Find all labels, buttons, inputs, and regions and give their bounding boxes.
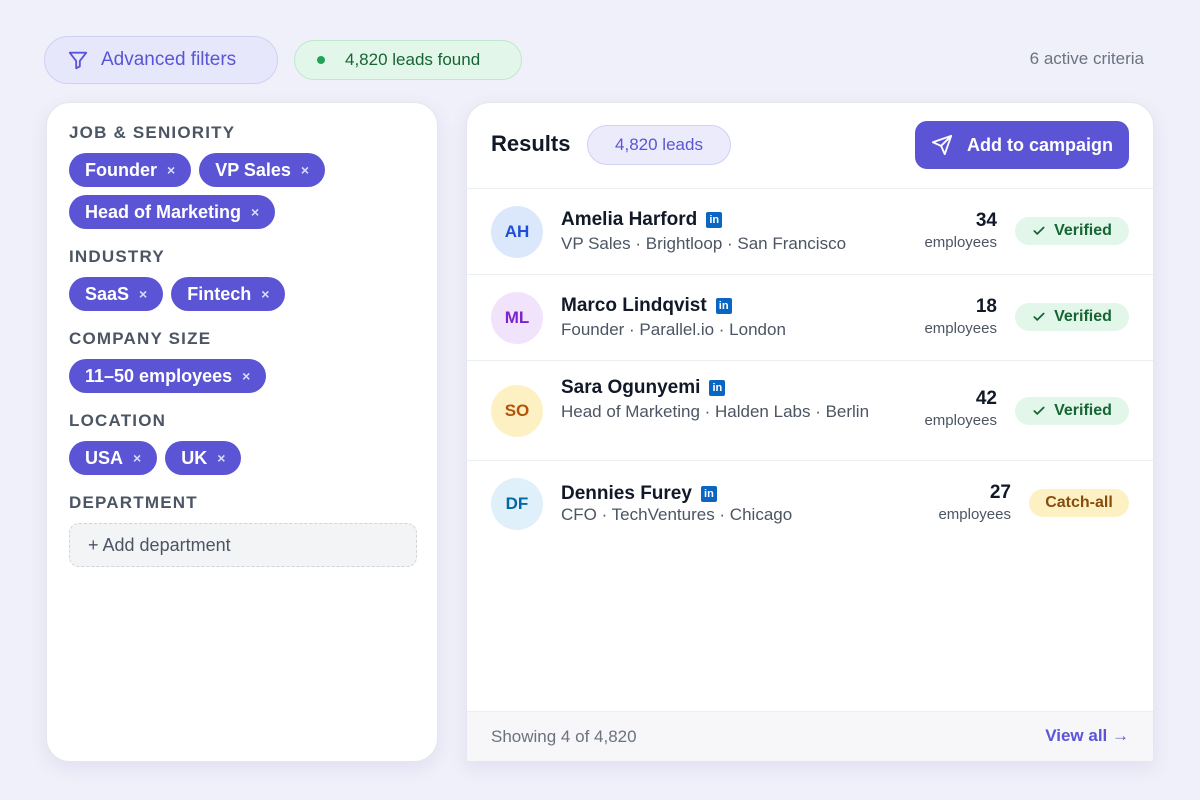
avatar: SO <box>491 385 543 437</box>
lead-name: Sara Ogunyemi in <box>561 377 726 399</box>
filter-chip[interactable]: UK × <box>165 441 242 475</box>
remove-chip-icon[interactable]: × <box>133 450 141 466</box>
add-department-button[interactable]: + Add department <box>69 523 417 567</box>
filter-chip-label: VP Sales <box>215 159 291 180</box>
employee-count: 42 <box>975 388 997 409</box>
lead-name-text[interactable]: Marco Lindqvist <box>561 295 707 317</box>
employee-count: 34 <box>975 210 997 231</box>
leads-found-label: 4,820 leads found <box>345 50 481 69</box>
filter-chip[interactable]: Founder × <box>69 153 192 187</box>
employee-label: employees <box>924 234 997 251</box>
filter-chips-industry: SaaS × Fintech × <box>69 277 349 311</box>
remove-chip-icon[interactable]: × <box>251 204 259 220</box>
remove-chip-icon[interactable]: × <box>261 286 269 302</box>
top-bar: Advanced filters 4,820 leads found 6 act… <box>44 36 1156 84</box>
filter-section-title: LOCATION <box>69 411 167 430</box>
filter-chips-company-size: 11–50 employees × <box>69 359 429 393</box>
filter-chip[interactable]: Fintech × <box>171 277 286 311</box>
status-badge: Catch-all <box>1029 489 1129 517</box>
check-icon <box>1032 404 1046 418</box>
send-icon <box>931 134 953 156</box>
linkedin-icon[interactable]: in <box>706 212 723 228</box>
filter-chips-location: USA × UK × <box>69 441 349 475</box>
leads-found-badge: 4,820 leads found <box>294 40 522 80</box>
filter-chip-label: UK <box>181 447 208 468</box>
lead-name: Marco Lindqvist in <box>561 295 732 317</box>
lead-meta: CFO · TechVentures · Chicago <box>561 505 793 524</box>
linkedin-icon[interactable]: in <box>700 486 717 502</box>
remove-chip-icon[interactable]: × <box>217 450 225 466</box>
add-to-campaign-label: Add to campaign <box>966 134 1113 155</box>
lead-meta: VP Sales · Brightloop · San Francisco <box>561 234 847 253</box>
filter-chip-label: SaaS <box>85 283 130 304</box>
results-title: Results <box>491 131 571 156</box>
status-badge: Verified <box>1015 217 1129 245</box>
filter-chip[interactable]: Head of Marketing × <box>69 195 276 229</box>
status-label: Verified <box>1054 222 1112 239</box>
lead-meta: Founder · Parallel.io · London <box>561 320 786 339</box>
employee-count: 18 <box>975 296 997 317</box>
advanced-filters-button[interactable]: Advanced filters <box>44 36 278 84</box>
add-to-campaign-button[interactable]: Add to campaign <box>915 121 1129 169</box>
remove-chip-icon[interactable]: × <box>139 286 147 302</box>
lead-row[interactable]: ML Marco Lindqvist in Founder · Parallel… <box>467 275 1153 361</box>
filter-section-title: JOB & SENIORITY <box>69 123 236 142</box>
lead-name-text[interactable]: Amelia Harford <box>561 209 697 231</box>
lead-name-text[interactable]: Sara Ogunyemi <box>561 377 700 399</box>
filter-section-title: COMPANY SIZE <box>69 329 212 348</box>
linkedin-icon[interactable]: in <box>709 380 726 396</box>
filter-chip-label: Head of Marketing <box>85 201 242 222</box>
advanced-filters-label: Advanced filters <box>101 49 237 70</box>
remove-chip-icon[interactable]: × <box>242 368 250 384</box>
active-criteria-count: 6 active criteria <box>1029 49 1144 68</box>
remove-chip-icon[interactable]: × <box>167 162 175 178</box>
filter-section-title: INDUSTRY <box>69 247 165 266</box>
results-header: Results 4,820 leads Add to campaign <box>467 103 1153 189</box>
avatar: ML <box>491 292 543 344</box>
remove-chip-icon[interactable]: × <box>301 162 309 178</box>
filter-chip[interactable]: 11–50 employees × <box>69 359 267 393</box>
filter-section-title: DEPARTMENT <box>69 493 198 512</box>
filter-chip-label: USA <box>85 447 124 468</box>
employee-label: employees <box>924 412 997 429</box>
filters-panel: JOB & SENIORITY Founder × VP Sales × Head … <box>46 102 438 762</box>
results-count-badge: 4,820 leads <box>587 125 731 165</box>
lead-name: Dennies Furey in <box>561 483 717 505</box>
lead-row[interactable]: SO Sara Ogunyemi in Head of Marketing · … <box>467 361 1153 461</box>
lead-name-text[interactable]: Dennies Furey <box>561 483 692 505</box>
lead-row[interactable]: AH Amelia Harford in VP Sales · Brightlo… <box>467 189 1153 275</box>
status-dot <box>317 56 325 64</box>
avatar: AH <box>491 206 543 258</box>
check-icon <box>1032 224 1046 238</box>
filter-chip-label: Fintech <box>187 283 252 304</box>
employee-label: employees <box>924 320 997 337</box>
view-all-link[interactable]: View all → <box>1045 726 1129 746</box>
lead-name: Amelia Harford in <box>561 209 723 231</box>
lead-row[interactable]: DF Dennies Furey in CFO · TechVentures ·… <box>467 461 1153 547</box>
employee-count: 27 <box>989 482 1011 503</box>
status-badge: Verified <box>1015 303 1129 331</box>
status-label: Verified <box>1054 402 1112 419</box>
status-label: Verified <box>1054 308 1112 325</box>
showing-count: Showing 4 of 4,820 <box>491 727 637 746</box>
results-panel: Results 4,820 leads Add to campaign AH A… <box>466 102 1154 762</box>
filter-chip-label: 11–50 employees <box>85 365 233 386</box>
lead-meta: Head of Marketing · Halden Labs · Berlin <box>561 402 870 421</box>
filter-chip[interactable]: USA × <box>69 441 158 475</box>
avatar: DF <box>491 478 543 530</box>
filter-chips-job: Founder × VP Sales × Head of Marketing × <box>69 153 349 229</box>
filter-chip-label: Founder <box>85 159 157 180</box>
funnel-icon <box>67 49 89 71</box>
check-icon <box>1032 310 1046 324</box>
filter-chip[interactable]: SaaS × <box>69 277 164 311</box>
results-footer: Showing 4 of 4,820 View all → <box>467 711 1153 761</box>
filter-chip[interactable]: VP Sales × <box>199 153 326 187</box>
linkedin-icon[interactable]: in <box>715 298 732 314</box>
employee-label: employees <box>938 506 1011 523</box>
status-badge: Verified <box>1015 397 1129 425</box>
